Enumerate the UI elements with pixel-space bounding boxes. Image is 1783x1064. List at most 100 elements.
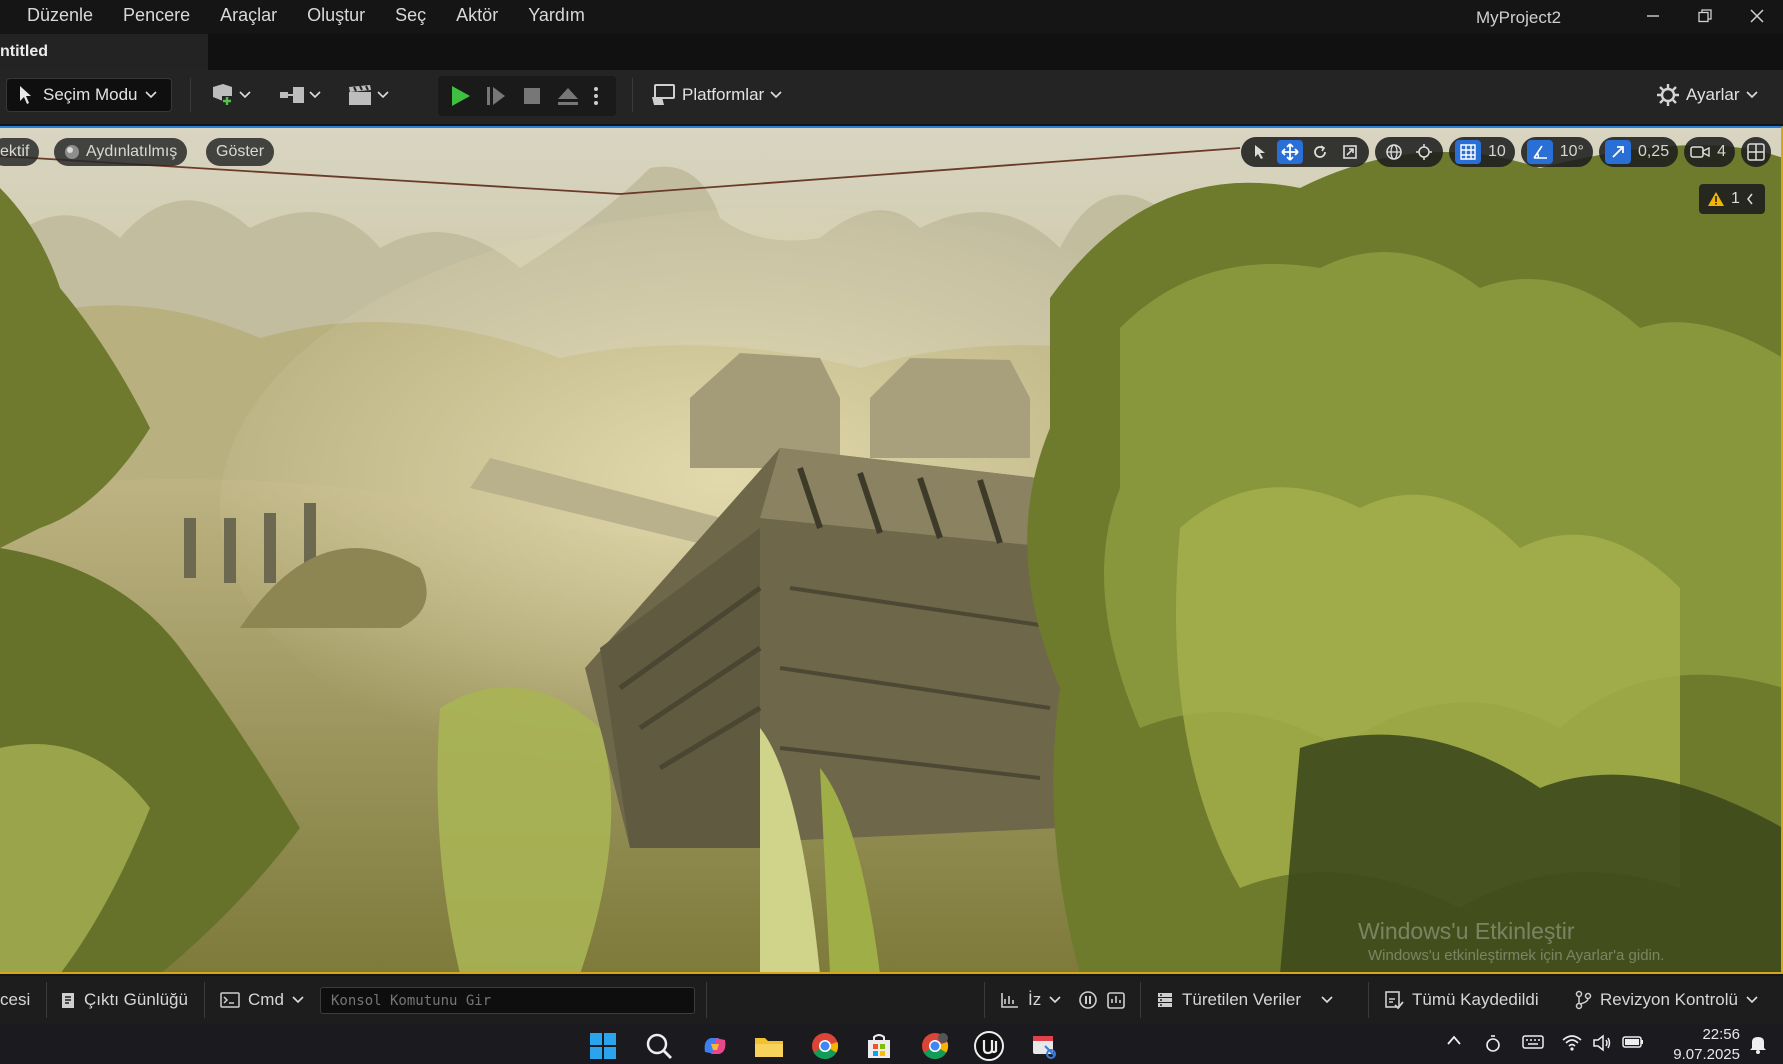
selection-mode-dropdown[interactable]: Seçim Modu — [6, 78, 172, 112]
cinematics-button[interactable] — [346, 80, 389, 110]
menu-edit[interactable]: Düzenle — [12, 0, 108, 32]
level-viewport[interactable]: ektif Aydınlatılmış Göster 10 10° 0,25 4… — [0, 126, 1783, 974]
scale-snap-value[interactable]: 0,25 — [1635, 143, 1672, 161]
menu-window[interactable]: Pencere — [108, 0, 205, 32]
angle-icon — [1533, 145, 1547, 159]
coordinate-tools — [1374, 137, 1443, 167]
menu-actor[interactable]: Aktör — [441, 0, 513, 32]
branch-icon — [1575, 990, 1592, 1010]
menu-select[interactable]: Seç — [380, 0, 441, 32]
taskbar-copilot[interactable] — [698, 1029, 732, 1063]
scale-snap-toggle[interactable] — [1604, 140, 1631, 164]
settings-label: Ayarlar — [1686, 85, 1740, 104]
chevron-down-icon — [377, 91, 389, 99]
blueprints-button[interactable] — [278, 80, 321, 110]
eject-icon[interactable] — [556, 84, 580, 108]
save-check-icon — [1385, 991, 1404, 1010]
taskbar-unreal-engine[interactable] — [972, 1029, 1006, 1063]
minimize-button[interactable] — [1630, 2, 1676, 30]
tray-notifications[interactable] — [1748, 1034, 1768, 1054]
taskbar-store[interactable] — [862, 1029, 896, 1063]
play-icon[interactable] — [448, 84, 472, 108]
rotate-tool[interactable] — [1307, 140, 1333, 164]
activation-subtitle: Windows'u etkinleştirmek için Ayarlar'a … — [1368, 947, 1665, 964]
main-toolbar: Seçim Modu Platformlar Ayarlar — [0, 70, 1783, 124]
revision-control-label: Revizyon Kontrolü — [1600, 990, 1738, 1009]
globe-icon — [1386, 144, 1402, 160]
tray-onedrive[interactable] — [1484, 1034, 1502, 1054]
stop-icon[interactable] — [520, 84, 544, 108]
surface-snap-toggle[interactable] — [1411, 140, 1437, 164]
menu-tools[interactable]: Araçlar — [205, 0, 292, 32]
derived-data-dropdown[interactable]: Türetilen Veriler — [1156, 976, 1333, 1024]
viewport-layout-button[interactable] — [1741, 137, 1771, 167]
tray-wifi[interactable] — [1562, 1034, 1582, 1052]
tray-volume[interactable] — [1592, 1034, 1612, 1052]
rotation-snap-toggle[interactable] — [1526, 140, 1553, 164]
console-input[interactable] — [320, 987, 695, 1014]
chevron-up-icon — [1447, 1035, 1461, 1045]
notification-bell-icon — [1750, 1037, 1766, 1054]
taskbar-snipping-tool[interactable] — [1028, 1029, 1062, 1063]
menu-build[interactable]: Oluştur — [292, 0, 380, 32]
menu-help[interactable]: Yardım — [513, 0, 600, 32]
advance-frame-icon[interactable] — [484, 84, 508, 108]
world-space-toggle[interactable] — [1381, 140, 1407, 164]
keyboard-icon — [1522, 1035, 1544, 1049]
rotate-icon — [1314, 145, 1326, 158]
start-button[interactable] — [586, 1029, 620, 1063]
output-log-button[interactable]: Çıktı Günlüğü — [60, 976, 188, 1024]
grid-snap-group: 10 — [1448, 137, 1515, 167]
derived-data-icon — [1158, 993, 1172, 1007]
close-button[interactable] — [1734, 2, 1780, 30]
layout-grid-icon — [1747, 143, 1765, 161]
taskbar-clock[interactable]: 22:56 9.07.2025 — [1660, 1025, 1740, 1064]
tray-overflow-button[interactable] — [1446, 1034, 1462, 1046]
screenshot-icon[interactable] — [1106, 990, 1126, 1010]
content-drawer-button[interactable]: cesi — [0, 976, 30, 1024]
grid-snap-value[interactable]: 10 — [1485, 143, 1509, 161]
cmd-dropdown[interactable]: Cmd — [220, 976, 304, 1024]
viewport-toolbar: 10 10° 0,25 4 — [1240, 136, 1771, 168]
gear-icon — [1657, 84, 1679, 106]
grid-snap-toggle[interactable] — [1454, 140, 1481, 164]
platforms-dropdown[interactable]: Platformlar — [650, 80, 782, 110]
cmd-label: Cmd — [248, 990, 284, 1009]
select-tool[interactable] — [1247, 140, 1273, 164]
warning-indicator[interactable]: 1 — [1699, 184, 1765, 214]
platforms-icon — [652, 84, 675, 105]
view-mode-button[interactable]: Aydınlatılmış — [54, 138, 188, 166]
settings-dropdown[interactable]: Ayarlar — [1656, 80, 1758, 110]
save-all-button[interactable]: Tümü Kaydedildi — [1384, 976, 1539, 1024]
viewport-scene — [0, 128, 1781, 972]
level-tab[interactable]: ntitled — [0, 34, 208, 70]
derived-data-label: Türetilen Veriler — [1182, 990, 1302, 1009]
tray-battery[interactable] — [1622, 1034, 1644, 1050]
restore-button[interactable] — [1682, 2, 1728, 30]
tray-keyboard[interactable] — [1522, 1034, 1544, 1050]
windows-logo-icon — [590, 1033, 616, 1059]
translate-tool[interactable] — [1276, 140, 1303, 164]
show-button[interactable]: Göster — [206, 138, 275, 166]
move-icon — [1281, 143, 1299, 161]
add-content-button[interactable] — [210, 80, 251, 110]
taskbar-file-explorer[interactable] — [752, 1029, 786, 1063]
recording-buttons — [1078, 976, 1126, 1024]
content-drawer-label: cesi — [0, 990, 31, 1009]
taskbar-chrome-profile[interactable] — [918, 1029, 952, 1063]
chevron-down-icon — [292, 996, 304, 1004]
more-options-icon[interactable] — [592, 84, 600, 108]
terminal-icon — [220, 992, 240, 1008]
chevron-down-icon — [145, 91, 158, 99]
perspective-label: ektif — [0, 143, 30, 160]
taskbar-search[interactable] — [642, 1029, 676, 1063]
perspective-button[interactable]: ektif — [0, 138, 40, 166]
record-icon[interactable] — [1078, 990, 1098, 1010]
scale-tool[interactable] — [1337, 140, 1363, 164]
taskbar-chrome[interactable] — [808, 1029, 842, 1063]
grid-icon — [1460, 144, 1476, 160]
trace-dropdown[interactable]: İz — [1000, 976, 1061, 1024]
rotation-snap-value[interactable]: 10° — [1557, 143, 1587, 161]
camera-speed-group[interactable]: 4 — [1684, 137, 1735, 167]
revision-control-dropdown[interactable]: Revizyon Kontrolü — [1574, 976, 1758, 1024]
